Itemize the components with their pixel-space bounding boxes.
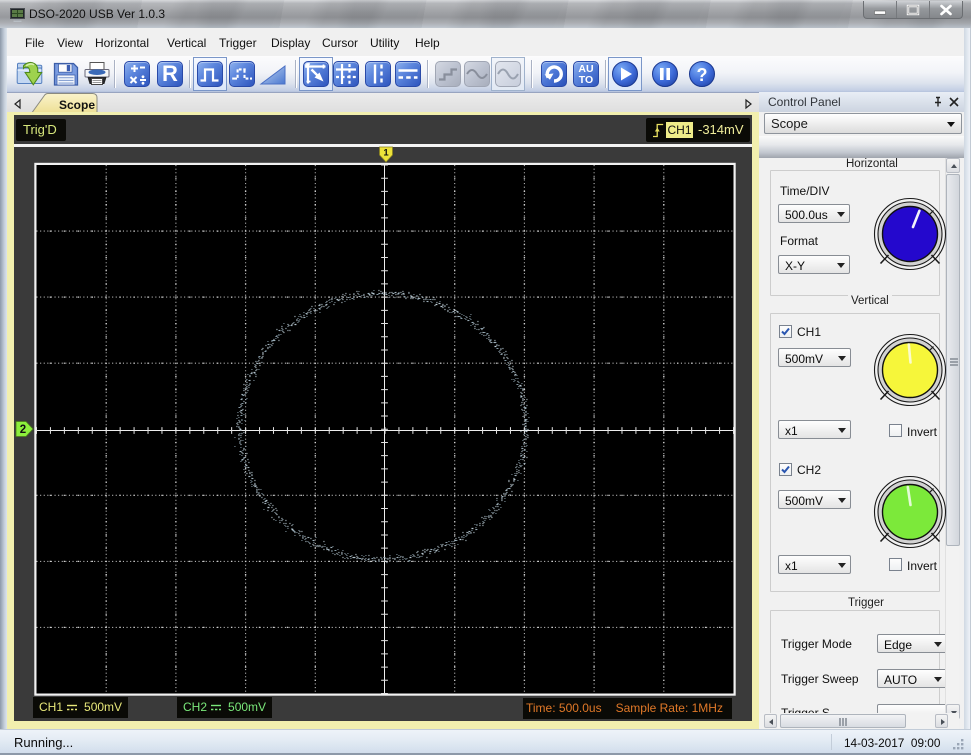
svg-text:2: 2	[20, 424, 26, 436]
svg-text:?: ?	[697, 65, 708, 85]
svg-text:1: 1	[383, 148, 389, 159]
